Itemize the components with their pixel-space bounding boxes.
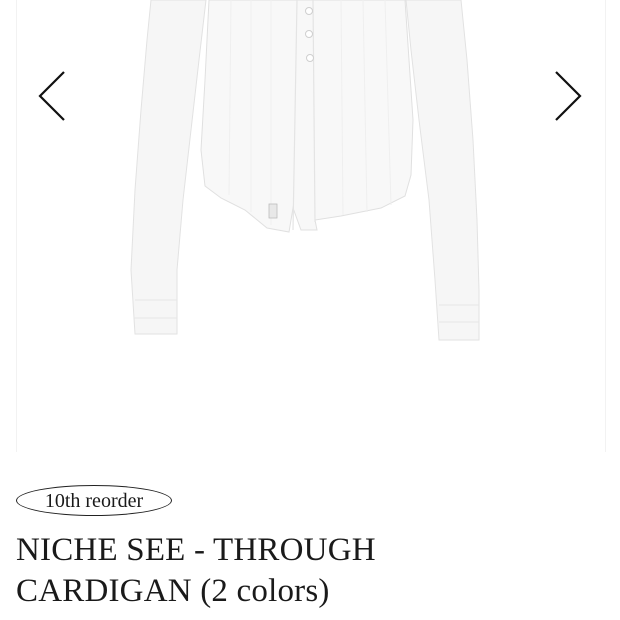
product-photo xyxy=(16,0,606,452)
cardigan-image xyxy=(130,0,480,341)
product-title-line-2: CARDIGAN (2 colors) xyxy=(16,573,330,609)
left-sleeve xyxy=(130,0,207,335)
reorder-badge: 10th reorder xyxy=(16,485,172,516)
product-image-gallery[interactable] xyxy=(0,0,620,455)
right-sleeve xyxy=(405,0,480,341)
chevron-left-icon xyxy=(38,71,65,121)
next-image-button[interactable] xyxy=(552,68,584,124)
product-title: NICHE SEE - THROUGH CARDIGAN (2 colors) xyxy=(16,530,606,612)
product-title-line-1: NICHE SEE - THROUGH xyxy=(16,532,376,568)
chevron-right-icon xyxy=(555,71,582,121)
brand-tag xyxy=(268,203,278,219)
previous-image-button[interactable] xyxy=(36,68,68,124)
